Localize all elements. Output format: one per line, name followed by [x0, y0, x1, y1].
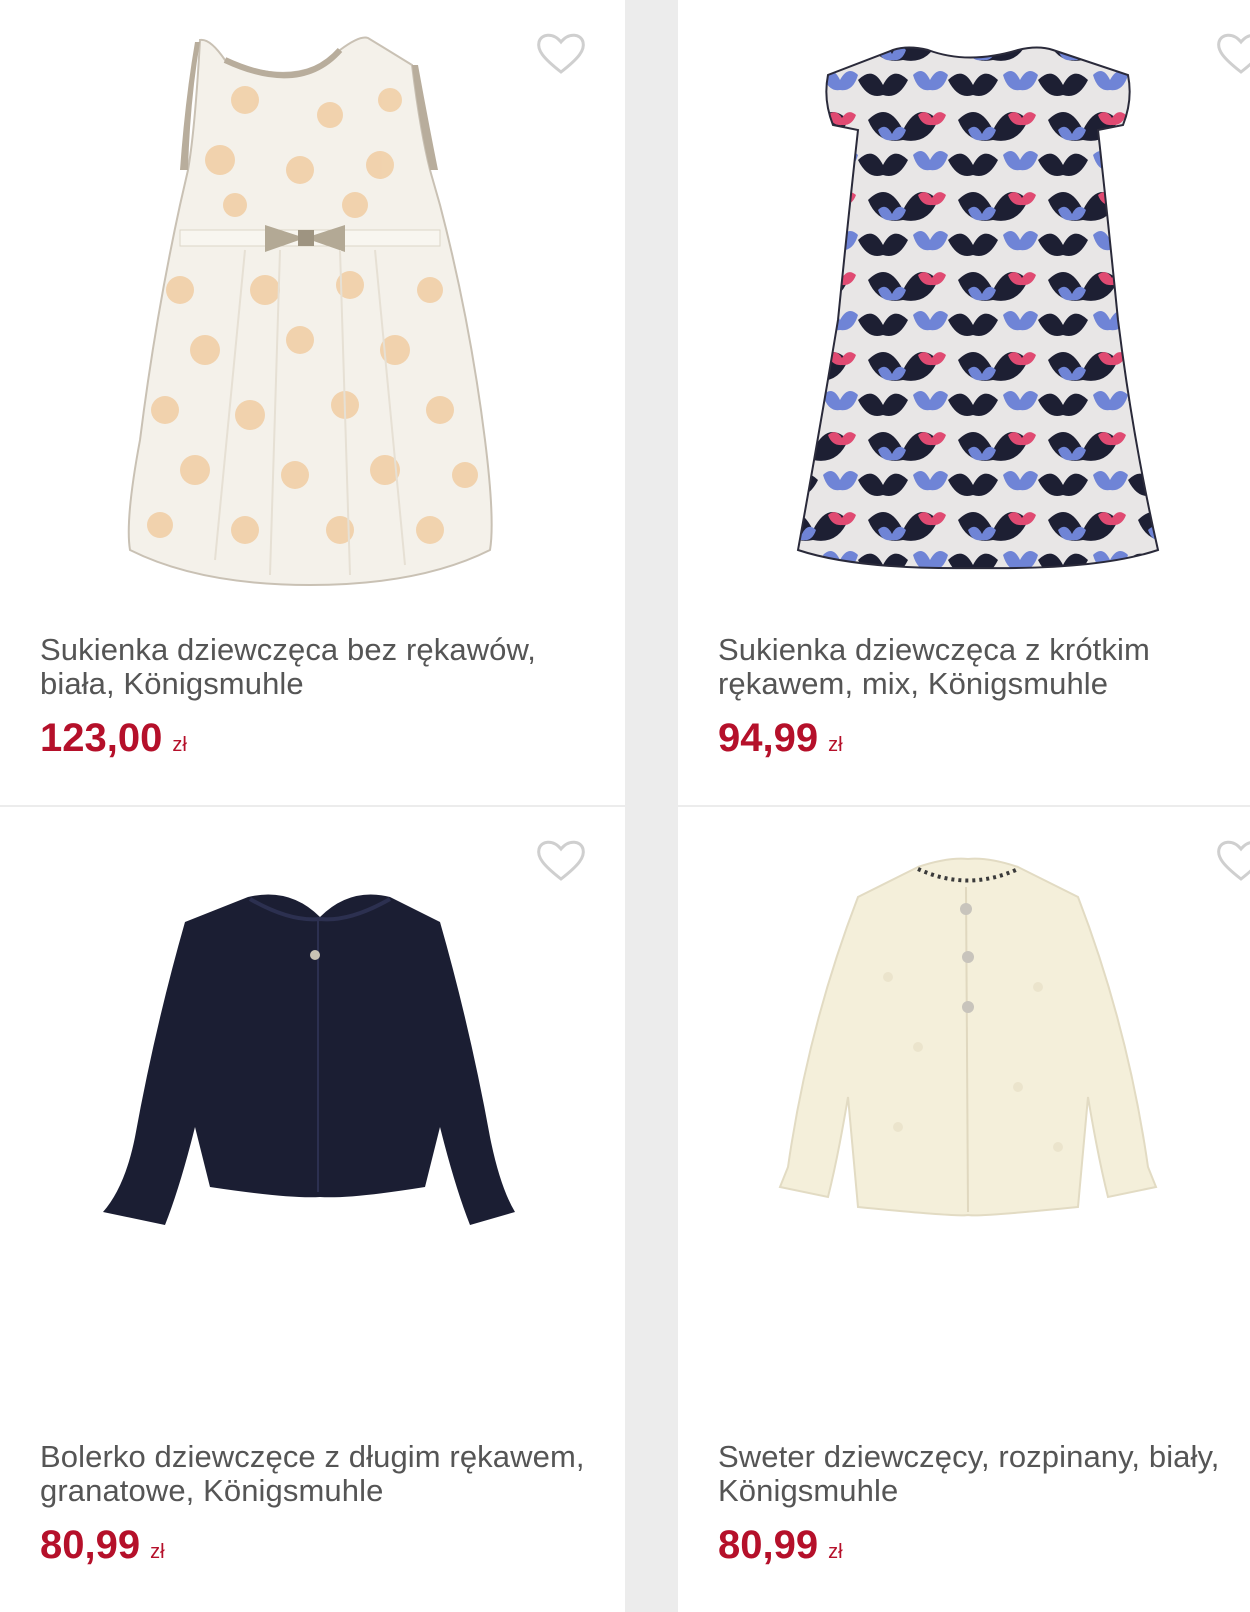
product-price: 94,99 zł: [718, 714, 843, 769]
price-currency: zł: [828, 1541, 843, 1563]
product-image[interactable]: [678, 20, 1250, 610]
product-image[interactable]: [0, 827, 625, 1417]
price-value: 80,99: [718, 1523, 819, 1567]
product-price: 80,99 zł: [40, 1521, 165, 1576]
product-image[interactable]: [0, 20, 625, 610]
product-title[interactable]: Sweter dziewczęcy, rozpinany, biały, Kön…: [718, 1440, 1238, 1508]
product-image[interactable]: [678, 827, 1250, 1417]
price-currency: zł: [828, 734, 843, 756]
price-value: 80,99: [40, 1523, 141, 1567]
product-grid: Sukienka dziewczęca bez rękawów, biała, …: [0, 0, 1250, 1612]
product-title[interactable]: Bolerko dziewczęce z długim rękawem, gra…: [40, 1440, 600, 1508]
product-price: 123,00 zł: [40, 714, 187, 769]
price-value: 123,00: [40, 716, 163, 760]
product-card[interactable]: Bolerko dziewczęce z długim rękawem, gra…: [0, 807, 625, 1612]
product-price: 80,99 zł: [718, 1521, 843, 1576]
product-card[interactable]: Sweter dziewczęcy, rozpinany, biały, Kön…: [678, 807, 1250, 1612]
price-currency: zł: [150, 1541, 165, 1563]
price-currency: zł: [172, 734, 187, 756]
product-title[interactable]: Sukienka dziewczęca z krótkim rękawem, m…: [718, 633, 1238, 701]
price-value: 94,99: [718, 716, 819, 760]
product-card[interactable]: Sukienka dziewczęca bez rękawów, biała, …: [0, 0, 625, 805]
product-card[interactable]: Sukienka dziewczęca z krótkim rękawem, m…: [678, 0, 1250, 805]
product-title[interactable]: Sukienka dziewczęca bez rękawów, biała, …: [40, 633, 600, 701]
